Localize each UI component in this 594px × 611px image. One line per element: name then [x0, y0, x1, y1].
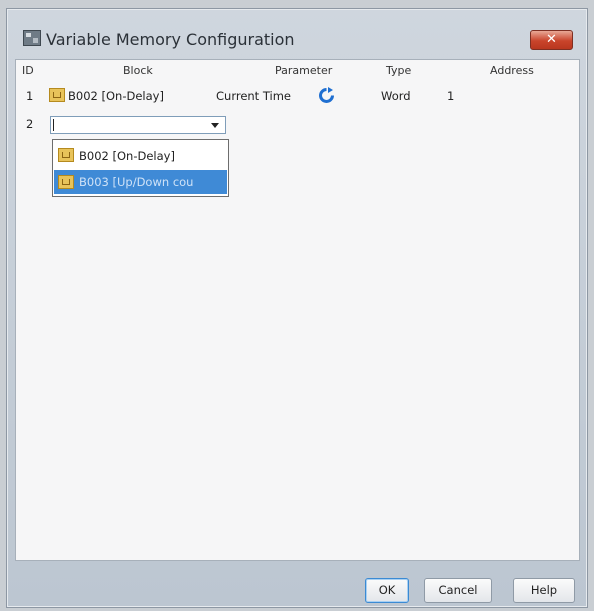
ok-button[interactable]: OK: [365, 578, 409, 603]
title-bar: Variable Memory Configuration ✕: [7, 9, 587, 59]
window-title: Variable Memory Configuration: [46, 30, 295, 49]
counter-block-icon: [58, 175, 74, 189]
header-block[interactable]: Block: [123, 64, 153, 77]
dropdown-option-selected[interactable]: B003 [Up/Down cou: [54, 170, 227, 194]
memory-table: ID Block Parameter Type Address 1 B002 […: [15, 59, 580, 561]
dropdown-option-label: B003 [Up/Down cou: [79, 175, 194, 189]
row-1-id: 1: [26, 89, 34, 103]
row-1-parameter[interactable]: Current Time: [216, 89, 291, 103]
header-type[interactable]: Type: [386, 64, 411, 77]
row-1-type[interactable]: Word: [381, 89, 411, 103]
row-2-id: 2: [26, 117, 34, 131]
timer-block-icon: [49, 88, 65, 102]
header-id[interactable]: ID: [22, 64, 34, 77]
close-button[interactable]: ✕: [530, 30, 573, 50]
chevron-down-icon[interactable]: [211, 123, 219, 128]
row-1-block[interactable]: B002 [On-Delay]: [68, 89, 164, 103]
dropdown-option[interactable]: B002 [On-Delay]: [54, 144, 227, 168]
block-select[interactable]: [50, 116, 226, 134]
header-address[interactable]: Address: [490, 64, 534, 77]
text-caret: [53, 119, 54, 131]
header-parameter[interactable]: Parameter: [275, 64, 332, 77]
dialog-window: Variable Memory Configuration ✕ ID Block…: [6, 8, 588, 608]
cancel-button[interactable]: Cancel: [424, 578, 492, 603]
timer-block-icon: [58, 148, 74, 162]
dropdown-option-label: B002 [On-Delay]: [79, 149, 175, 163]
app-icon: [23, 30, 41, 46]
block-dropdown-list: B002 [On-Delay] B003 [Up/Down cou: [52, 139, 229, 197]
help-button[interactable]: Help: [513, 578, 575, 603]
refresh-icon[interactable]: [318, 87, 335, 104]
row-1-address[interactable]: 1: [447, 89, 454, 103]
